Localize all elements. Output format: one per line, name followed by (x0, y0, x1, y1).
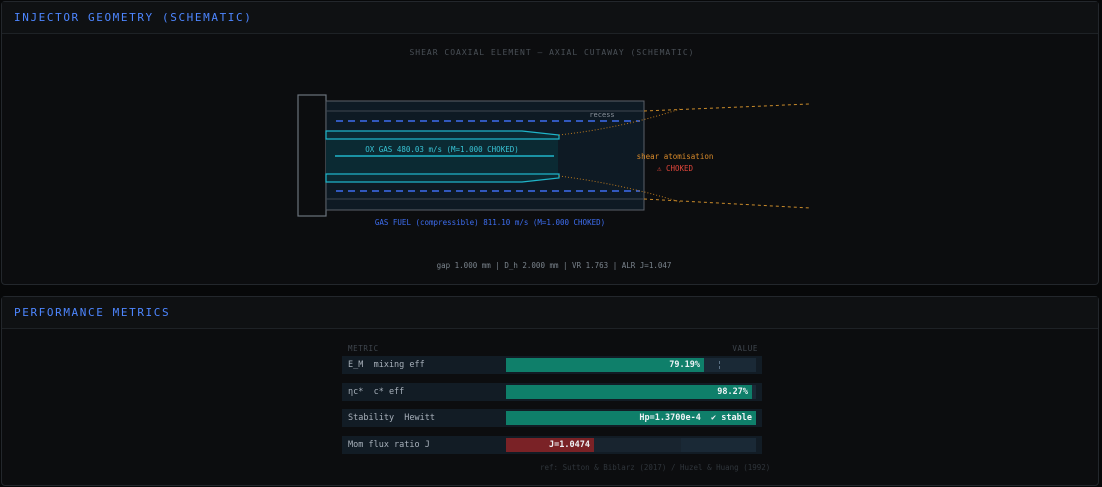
metric-label: E_M mixing eff (348, 360, 425, 370)
metric-row-cstar-eff: ηc* c* eff 98.27% (342, 382, 762, 401)
injector-geometry-title: INJECTOR GEOMETRY (SCHEMATIC) (2, 2, 1098, 34)
metric-value: J=1.0474 (549, 439, 590, 450)
metric-value: Hp=1.3700e-4 ✔ stable (639, 413, 752, 423)
metric-label: Mom flux ratio J (348, 439, 430, 450)
oxidizer-post-wall-bottom (325, 173, 560, 183)
metrics-header: METRIC VALUE (342, 344, 762, 356)
value-column-header: VALUE (732, 344, 758, 353)
performance-metrics-title: PERFORMANCE METRICS (2, 297, 1098, 329)
shear-atomisation-label: shear atomisation (637, 152, 714, 161)
metric-label: Stability Hewitt (348, 413, 435, 423)
recess-label: recess (589, 111, 614, 119)
metric-value: 98.27% (717, 386, 748, 397)
geometry-footer-stats: gap 1.000 mm | D_h 2.000 mm | VR 1.763 |… (437, 261, 672, 270)
metric-bar-fill (506, 384, 752, 399)
metric-bar-track: 79.19% (506, 358, 756, 372)
injector-cutaway-diagram: SHEAR COAXIAL ELEMENT — AXIAL CUTAWAY (S… (297, 48, 811, 270)
injector-geometry-panel: INJECTOR GEOMETRY (SCHEMATIC) SHEAR COAX… (1, 1, 1099, 285)
reference-note: ref: Sutton & Biblarz (2017) / Huzel & H… (540, 463, 771, 472)
performance-metrics-panel: PERFORMANCE METRICS METRIC VALUE E_M mix… (1, 296, 1099, 486)
metrics-table: METRIC VALUE E_M mixing eff 79.19% ηc* c… (342, 344, 762, 462)
metric-row-momentum-flux-ratio: Mom flux ratio J J=1.0474 (342, 435, 762, 454)
metric-bar-track: J=1.0474 (506, 437, 756, 452)
diagram-title: SHEAR COAXIAL ELEMENT — AXIAL CUTAWAY (S… (409, 48, 694, 57)
metric-row-stability: Stability Hewitt Hp=1.3700e-4 ✔ stable (342, 409, 762, 427)
metric-bar-track: 98.27% (506, 384, 756, 399)
choked-warning-label: ⚠ CHOKED (657, 164, 694, 173)
fuel-label: GAS FUEL (compressible) 811.10 m/s (M=1.… (375, 218, 605, 227)
metric-bar-marker (719, 361, 720, 369)
injector-faceplate (297, 94, 327, 217)
metric-bar-track: Hp=1.3700e-4 ✔ stable (506, 411, 756, 425)
spray-edge-bottom (643, 198, 811, 209)
oxidizer-post-wall-top (325, 130, 560, 140)
metric-label: ηc* c* eff (348, 386, 405, 397)
metric-value: 79.19% (669, 360, 700, 370)
oxidizer-label: OX GAS 480.03 m/s (M=1.000 CHOKED) (365, 145, 519, 154)
metric-row-mixing-eff: E_M mixing eff 79.19% (342, 356, 762, 374)
metric-column-header: METRIC (348, 344, 379, 353)
spray-edge-top (643, 103, 811, 112)
